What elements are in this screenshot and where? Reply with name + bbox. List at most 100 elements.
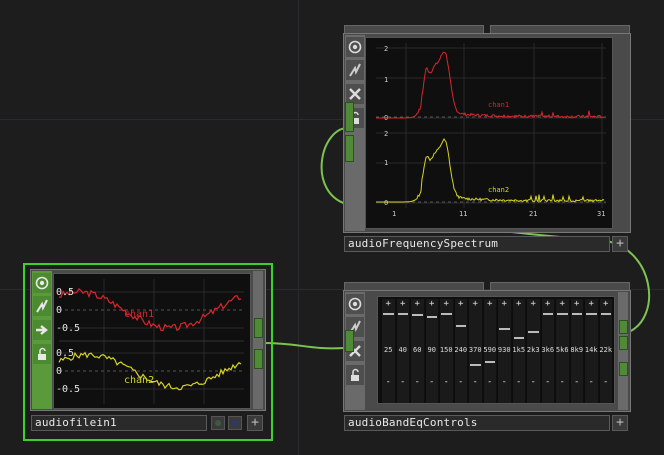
input-connector[interactable] [345,102,354,132]
output-connector[interactable] [619,336,628,350]
add-button[interactable]: + [612,415,628,431]
node-right-strip [618,292,628,410]
band-plus-label: + [501,299,507,309]
eq-band-slider[interactable]: + -60 [410,299,424,403]
band-frequency-label: 22k [599,346,613,354]
band-level-handle[interactable] [455,325,466,327]
node-audiofilein1[interactable]: 0.5 0 -0.5 0.5 0 -0.5 chan1 chan2 audiof… [23,263,273,441]
eq-band-slider[interactable]: + -370 [468,299,482,403]
node-name-label[interactable]: audiofilein1 [31,415,207,431]
viewer-icon[interactable] [33,273,51,293]
eq-band-slider[interactable]: + -1k5 [511,299,525,403]
band-plus-label: + [516,299,522,309]
band-level-handle[interactable] [470,364,481,366]
band-plus-label: + [429,299,435,309]
band-level-handle[interactable] [426,316,437,318]
band-level-handle[interactable] [484,361,495,363]
node-sidebar [32,271,52,409]
wire-filein-to-eq[interactable] [262,342,345,350]
add-button[interactable]: + [612,236,628,252]
output-connector[interactable] [254,318,263,338]
eq-band-slider[interactable]: + -240 [453,299,467,403]
tick-label: 0 [56,366,62,377]
output-connector[interactable] [619,320,628,334]
tick-label: 0 [384,199,388,207]
band-level-handle[interactable] [441,313,452,315]
eq-band-slider[interactable]: + -40 [395,299,409,403]
bypass-icon[interactable] [346,60,364,80]
band-minus-label: - [501,377,507,387]
band-plus-label: + [559,299,565,309]
band-plus-label: + [472,299,478,309]
band-level-handle[interactable] [513,337,524,339]
band-plus-label: + [443,299,449,309]
band-minus-label: - [603,377,609,387]
band-plus-label: + [487,299,493,309]
eq-band-slider[interactable]: + -2k3 [526,299,540,403]
eq-band-slider[interactable]: + -3k6 [540,299,554,403]
band-level-handle[interactable] [412,314,423,317]
band-minus-label: - [472,377,478,387]
band-level-handle[interactable] [383,313,394,315]
node-name-label[interactable]: audioBandEqControls [344,415,610,431]
channel-label: chan1 [488,101,509,109]
eq-band-slider[interactable]: + -90 [424,299,438,403]
band-level-handle[interactable] [600,313,611,315]
output-connector[interactable] [254,349,263,369]
tick-label: 1 [384,159,388,167]
band-minus-label: - [458,377,464,387]
band-minus-label: - [545,377,551,387]
node-sidebar [345,35,365,231]
eq-band-slider[interactable]: + -8k9 [569,299,583,403]
tick-label: 0 [56,305,62,316]
band-plus-label: + [458,299,464,309]
spectrum-plot: 2 1 0 2 1 0 chan1 chan2 1 11 21 31 [376,43,606,218]
viewer-icon[interactable] [346,294,364,314]
cook-toggle-button[interactable] [228,416,242,430]
tick-label: -0.5 [56,323,80,334]
band-plus-label: + [588,299,594,309]
band-minus-label: - [400,377,406,387]
eq-band-slider[interactable]: + -5k6 [555,299,569,403]
tick-label: 2 [384,45,388,53]
eq-band-slider[interactable]: + -930 [497,299,511,403]
eq-band-slider[interactable]: + -14k [584,299,598,403]
tick-label: -0.5 [56,384,80,395]
viewer-toggle-button[interactable] [211,416,225,430]
arrow-right-icon[interactable] [33,320,51,340]
lock-icon[interactable] [33,344,51,364]
x-tick-label: 31 [597,210,605,218]
x-tick-label: 21 [529,210,537,218]
input-connector[interactable] [345,135,354,162]
cross-icon[interactable] [346,84,364,104]
band-minus-label: - [559,377,565,387]
band-plus-label: + [385,299,391,309]
band-level-handle[interactable] [557,313,568,315]
band-minus-label: - [443,377,449,387]
band-level-handle[interactable] [586,313,597,315]
band-level-handle[interactable] [499,328,510,330]
node-name-label[interactable]: audioFrequencySpectrum [344,236,610,252]
eq-band-slider[interactable]: + -25 [381,299,395,403]
band-plus-label: + [400,299,406,309]
band-level-handle[interactable] [528,331,539,333]
band-plus-label: + [574,299,580,309]
channel-label: chan1 [124,309,154,320]
add-button[interactable]: + [247,415,263,431]
eq-band-slider[interactable]: + - 22k [598,299,613,403]
eq-band-slider[interactable]: + -590 [482,299,496,403]
bypass-icon[interactable] [33,296,51,316]
band-minus-label: - [487,377,493,387]
output-connector[interactable] [619,362,628,376]
node-audio-band-eq-controls[interactable]: + -25 + -40 + -60 + -90 + -150 + -240 + -370 + -590 + -93… [343,282,631,434]
band-minus-label: - [588,377,594,387]
band-level-handle[interactable] [397,313,408,315]
band-level-handle[interactable] [542,313,553,315]
viewer-icon[interactable] [346,37,364,57]
input-connector[interactable] [345,330,354,352]
lock-icon[interactable] [346,365,364,385]
node-right-strip [253,271,263,409]
node-audio-frequency-spectrum[interactable]: 2 1 0 2 1 0 chan1 chan2 1 11 21 31 audio… [343,25,631,255]
eq-band-slider[interactable]: + -150 [439,299,453,403]
band-level-handle[interactable] [571,313,582,315]
